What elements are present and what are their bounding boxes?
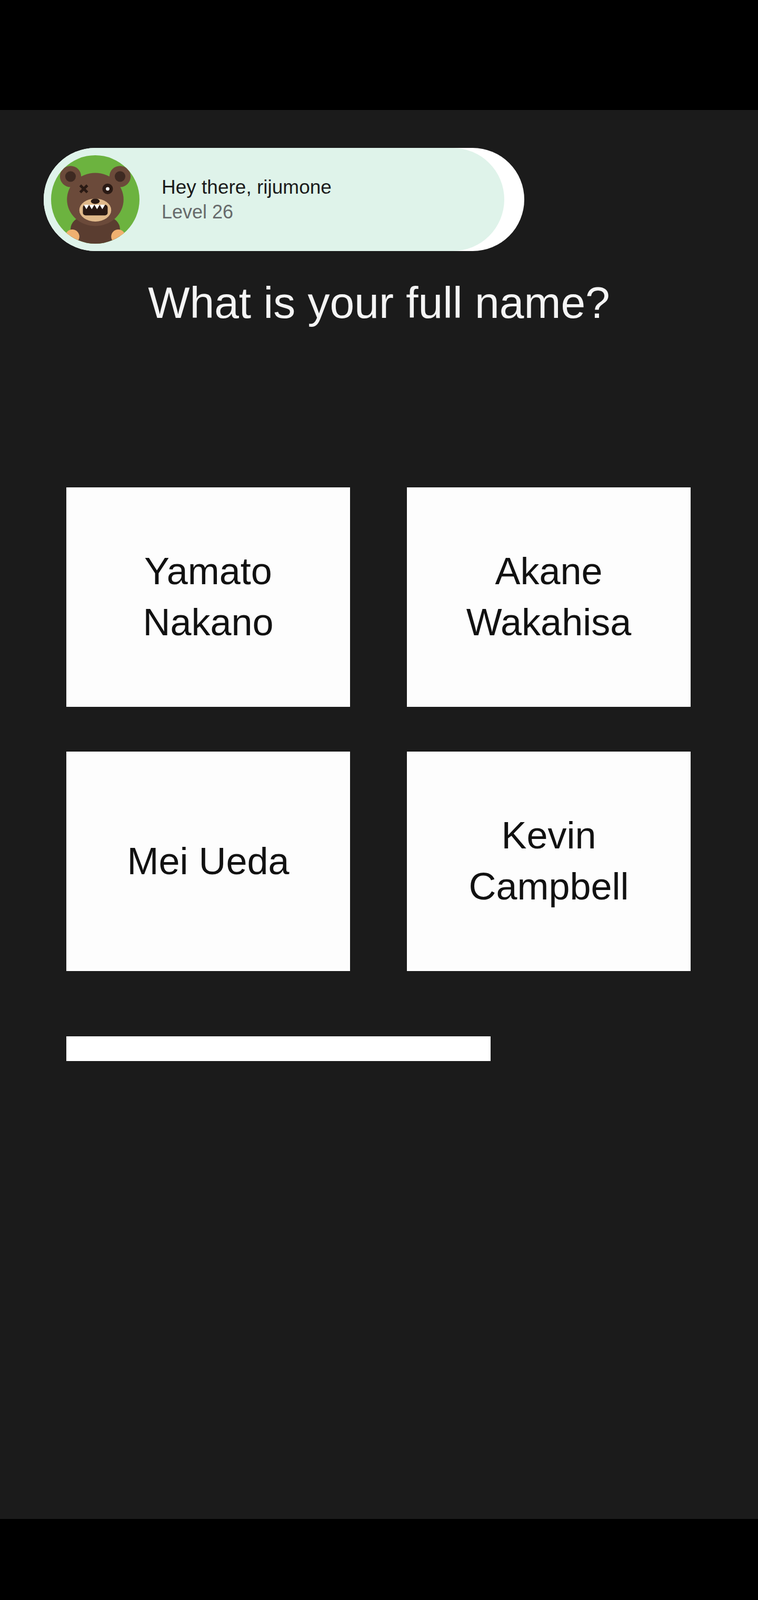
navigation-bar xyxy=(0,1519,758,1600)
answer-label: Akane Wakahisa xyxy=(449,545,649,648)
answer-label: Mei Ueda xyxy=(126,835,289,887)
status-bar xyxy=(0,0,758,111)
question-title: What is your full name? xyxy=(0,276,758,330)
bear-avatar-icon xyxy=(51,155,140,244)
answer-button[interactable]: Kevin Campbell xyxy=(406,751,691,972)
answer-button[interactable]: Mei Ueda xyxy=(66,751,351,972)
answer-button[interactable]: Akane Wakahisa xyxy=(406,487,691,707)
answer-label: Kevin Campbell xyxy=(449,810,649,913)
profile-text: Hey there, rijumoneLevel 26 xyxy=(161,174,332,225)
quiz-screen: Hey there, rijumoneLevel 26 What is your … xyxy=(0,110,758,1520)
answer-label: Yamato Nakano xyxy=(108,545,308,648)
timer-track xyxy=(66,1036,691,1062)
answer-button[interactable]: Yamato Nakano xyxy=(66,487,351,707)
profile-pill[interactable]: Hey there, rijumoneLevel 26 xyxy=(43,147,525,252)
answer-grid: Yamato Nakano Akane Wakahisa Mei Ueda Kevin… xyxy=(66,487,691,972)
level-label: Level 26 xyxy=(161,200,332,225)
greeting: Hey there, rijumone xyxy=(161,174,332,201)
timer-fill xyxy=(66,1036,491,1062)
profile-pill-inner: Hey there, rijumoneLevel 26 xyxy=(43,147,505,252)
